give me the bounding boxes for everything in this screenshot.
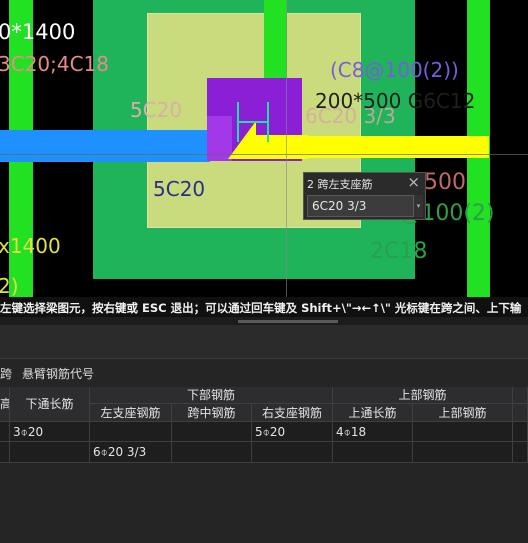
rebar-symbol-icon bbox=[237, 102, 269, 142]
table-cell[interactable] bbox=[90, 422, 172, 442]
group-header-bottom: 下部钢筋 bbox=[90, 387, 333, 404]
label-right-ghost-1: 500 bbox=[424, 170, 466, 195]
tab-cantilever-code[interactable]: 悬臂钢筋代号 bbox=[22, 365, 94, 382]
cad-viewport[interactable]: 0*1400 3C20;4C18 5C20 5C20 6C20 3/3 5C20… bbox=[0, 0, 528, 313]
status-text: 左键选择梁图元，按右键或 ESC 退出；可以通过回车键及 Shift+\"→←↑… bbox=[0, 301, 522, 315]
label-inner-5c20: 5C20 bbox=[153, 177, 206, 201]
col-header-top-through: 上通长筋 bbox=[333, 404, 413, 422]
table-cell[interactable] bbox=[252, 442, 333, 463]
label-stirrup: (C8@100(2)) bbox=[330, 58, 459, 82]
table-grid: 高 下通长筋 下部钢筋 上部钢筋 左支座钢筋 跨中钢筋 右支座钢筋 上通长筋 上… bbox=[0, 387, 528, 463]
table-cell[interactable] bbox=[413, 442, 513, 463]
table-cell[interactable]: 5⌽20 bbox=[252, 422, 333, 442]
beam-top-green-vertical[interactable] bbox=[264, 0, 287, 80]
panel-top-strip bbox=[0, 325, 528, 359]
col-header-right-support: 右支座钢筋 bbox=[252, 404, 333, 422]
table-cell[interactable] bbox=[413, 422, 513, 442]
label-top-left-1: 0*1400 bbox=[0, 20, 76, 44]
group-header-extra bbox=[513, 387, 528, 404]
table-cell[interactable]: 6⌽20 3/3 bbox=[90, 442, 172, 463]
axis-line-horizontal bbox=[0, 154, 528, 155]
col-header-top-rebar: 上部钢筋 bbox=[413, 404, 513, 422]
table-cell[interactable] bbox=[10, 442, 90, 463]
table-cell[interactable] bbox=[513, 422, 528, 442]
panel-splitter[interactable] bbox=[0, 317, 528, 325]
table-cell[interactable] bbox=[172, 442, 252, 463]
axis-line-vertical bbox=[286, 0, 287, 313]
status-bar: 左键选择梁图元，按右键或 ESC 退出；可以通过回车键及 Shift+\"→←↑… bbox=[0, 297, 528, 317]
col-header-extra bbox=[513, 404, 528, 422]
rebar-input-popup[interactable]: 2 跨左支座筋 × 6C20 3/3 ▾ bbox=[303, 172, 426, 220]
table-cell[interactable] bbox=[0, 422, 10, 442]
label-left-dim: x1400 bbox=[0, 234, 61, 258]
col-header-mid-span: 跨中钢筋 bbox=[172, 404, 252, 422]
rebar-value-text: 6C20 3/3 bbox=[312, 199, 367, 213]
rebar-value-input[interactable]: 6C20 3/3 bbox=[307, 195, 414, 217]
popup-title: 2 跨左支座筋 bbox=[307, 178, 373, 191]
table-cell[interactable] bbox=[513, 442, 528, 463]
chevron-down-icon[interactable]: ▾ bbox=[414, 195, 423, 217]
label-beam-section: 200*500 G6C12 bbox=[315, 89, 476, 113]
label-column-top-rebar: 5C20 bbox=[236, 32, 257, 79]
close-icon[interactable]: × bbox=[407, 173, 420, 191]
col-header-left-support: 左支座钢筋 bbox=[90, 404, 172, 422]
lower-panel: 跨 悬臂钢筋代号 高 下通长筋 下部钢筋 上部钢筋 左支座钢筋 跨中钢筋 右支座… bbox=[0, 325, 528, 543]
table-cell[interactable] bbox=[0, 442, 10, 463]
tab-span[interactable]: 跨 bbox=[0, 365, 12, 382]
label-top-left-2: 3C20;4C18 bbox=[0, 52, 110, 76]
table-cell[interactable] bbox=[172, 422, 252, 442]
table-cell[interactable]: 3⌽20 bbox=[10, 422, 90, 442]
splitter-grip[interactable] bbox=[238, 320, 338, 323]
beam-blue[interactable] bbox=[0, 130, 210, 162]
label-left-rebar: 5C20 bbox=[130, 98, 183, 122]
label-right-ghost-3: 2C18 bbox=[370, 239, 428, 264]
col-header-height: 高 bbox=[0, 387, 10, 422]
table-cell[interactable]: 4⌽18 bbox=[333, 422, 413, 442]
col-header-bottom-through: 下通长筋 bbox=[10, 387, 90, 422]
label-left-bottom: 2) bbox=[0, 274, 19, 298]
group-header-top: 上部钢筋 bbox=[333, 387, 513, 404]
table-cell[interactable] bbox=[333, 442, 413, 463]
